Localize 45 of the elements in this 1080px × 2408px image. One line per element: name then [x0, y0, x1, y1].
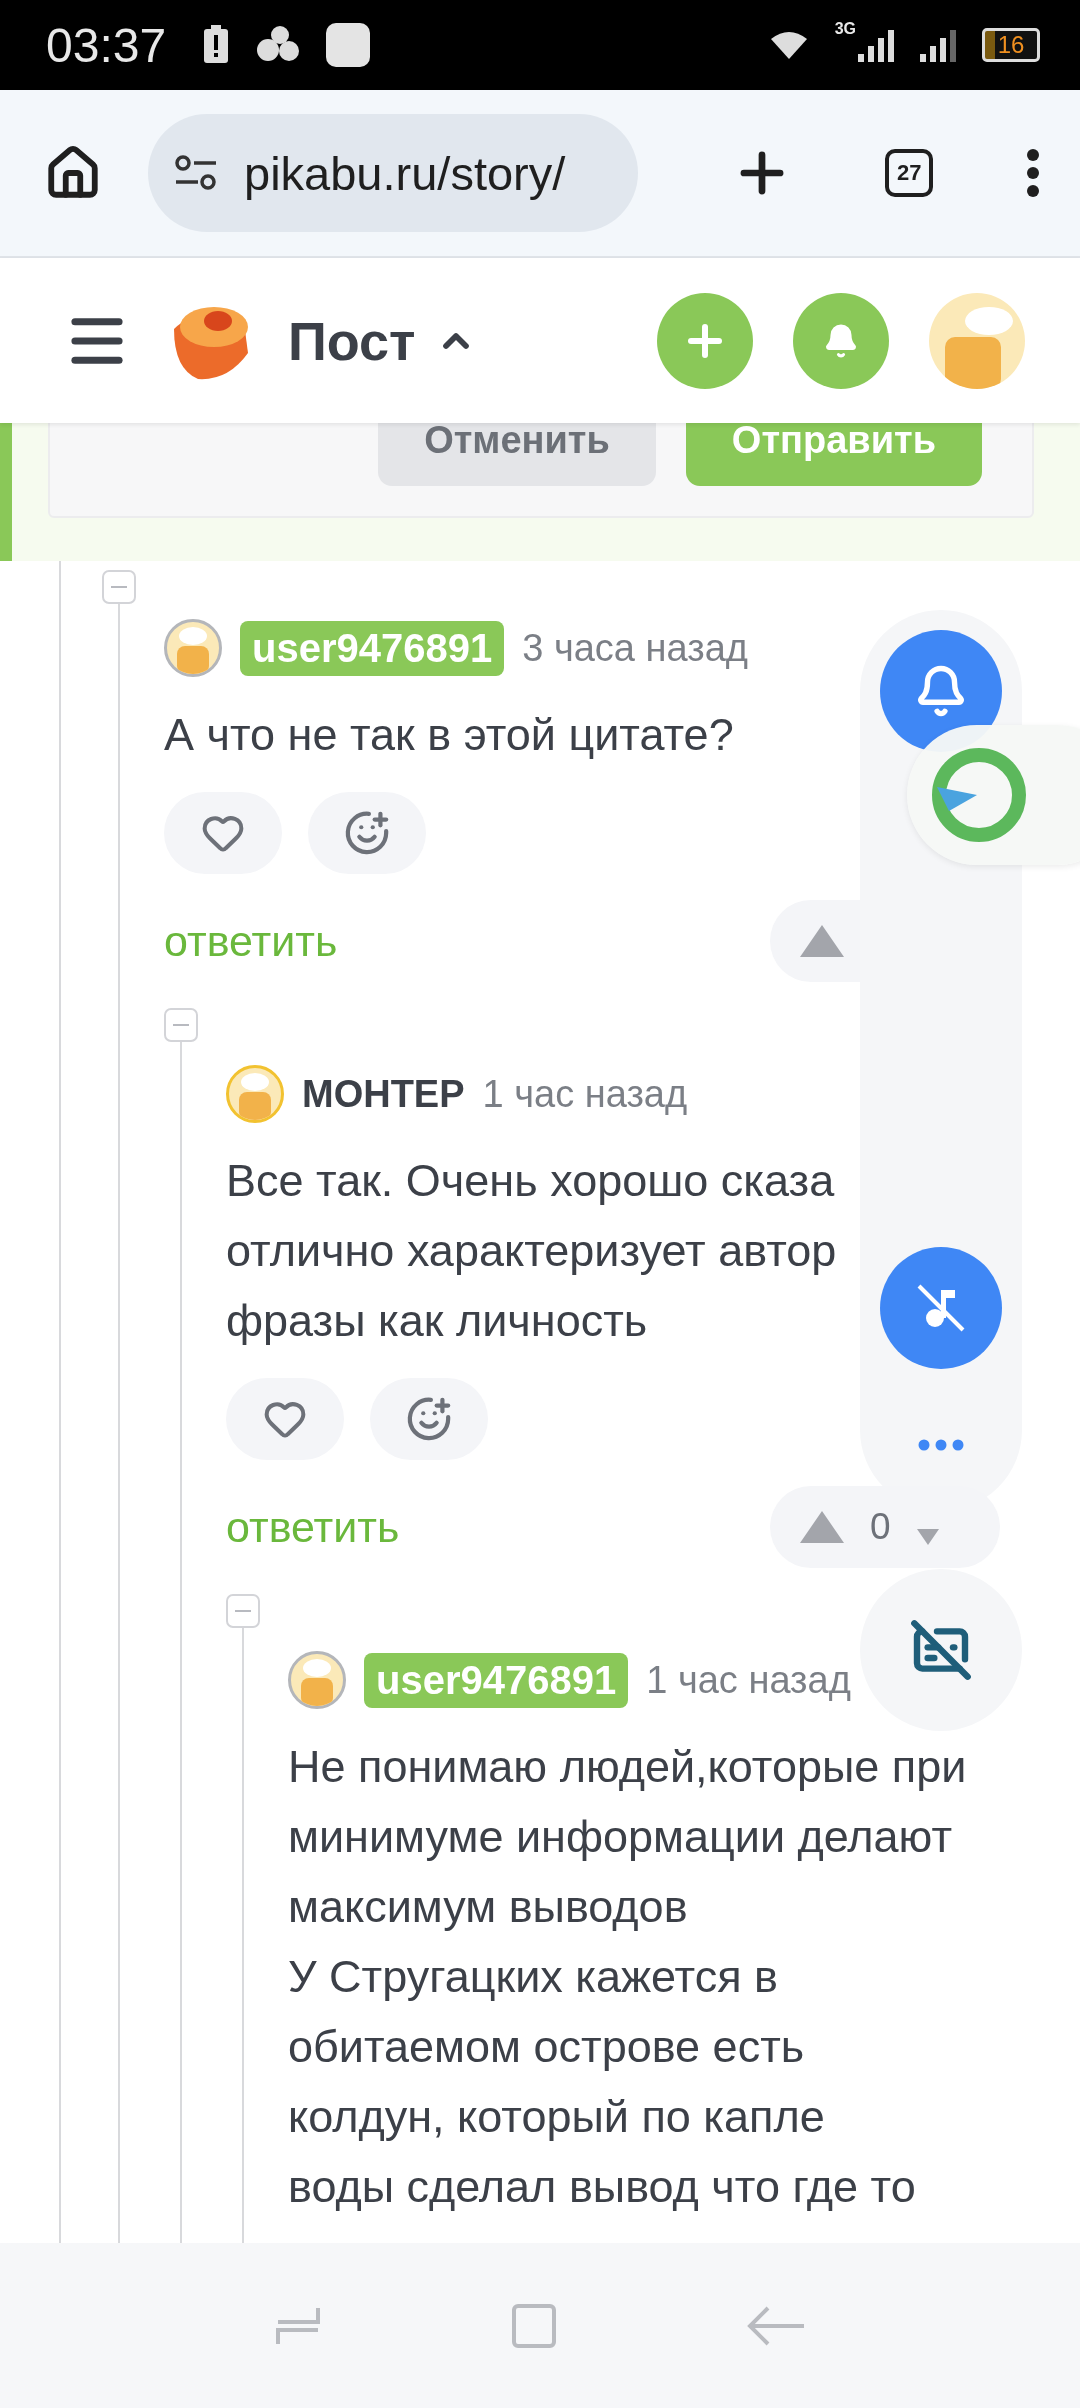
- comment-time: 3 часа назад: [522, 626, 748, 670]
- clock: 03:37: [46, 17, 167, 73]
- comment-time: 1 час назад: [646, 1658, 851, 1702]
- cancel-button[interactable]: Отменить: [378, 423, 656, 486]
- signal-icon: [858, 28, 894, 62]
- username-badge[interactable]: user9476891: [240, 620, 505, 676]
- username-badge[interactable]: user9476891: [364, 1652, 629, 1708]
- send-button[interactable]: Отправить: [685, 423, 982, 486]
- collapse-button[interactable]: [226, 1594, 260, 1628]
- share-button[interactable]: [907, 725, 1080, 865]
- tab-count-button[interactable]: 27: [885, 149, 934, 197]
- upvote-icon[interactable]: [798, 1509, 846, 1545]
- battery-level: 16: [982, 28, 1040, 62]
- more-icon: [1026, 148, 1040, 198]
- site-settings-icon[interactable]: [174, 155, 218, 191]
- signal-icon: [920, 28, 956, 62]
- wifi-icon: [768, 29, 809, 61]
- menu-button[interactable]: [1026, 148, 1040, 198]
- avatar[interactable]: [288, 1651, 346, 1709]
- network-type: 3G: [834, 20, 856, 38]
- app-notification-icon: [326, 23, 371, 67]
- collapse-button[interactable]: [164, 1008, 198, 1042]
- smiley-plus-icon: [406, 1396, 452, 1442]
- address-bar[interactable]: pikabu.ru/story/: [148, 114, 638, 232]
- downvote-icon[interactable]: [914, 1527, 941, 1547]
- upvote-icon[interactable]: [798, 923, 846, 959]
- vote-score: 0: [870, 1506, 891, 1548]
- username[interactable]: МОНТЕР: [302, 1072, 465, 1116]
- home-nav-icon[interactable]: [510, 2301, 558, 2350]
- comment-text: А что не так в этой цитате?: [164, 708, 734, 762]
- bell-icon: [823, 322, 859, 359]
- more-icon: [918, 1439, 964, 1451]
- collapse-button[interactable]: [102, 570, 136, 604]
- avatar[interactable]: [164, 619, 222, 677]
- battery-alert-icon: [202, 25, 231, 65]
- avatar[interactable]: [226, 1065, 284, 1123]
- captions-off-icon: [909, 1618, 973, 1682]
- reply-link[interactable]: ответить: [226, 1502, 400, 1552]
- comment-text: Все так. Очень хорошо сказа отлично характеризует автор фразы как личность: [226, 1154, 837, 1348]
- comment-time: 1 час назад: [482, 1072, 688, 1116]
- url-text: pikabu.ru/story/: [244, 145, 566, 201]
- page-title[interactable]: Пост: [288, 309, 476, 372]
- reply-link[interactable]: ответить: [164, 916, 338, 966]
- smiley-plus-icon: [344, 810, 390, 856]
- comment-text: Не понимаю людей,которые при минимуме информации делают максимум выводов У Стругацких кажется в обитаемом острове есть колдун, который по капле воды сделал вывод что где то: [288, 1740, 967, 2214]
